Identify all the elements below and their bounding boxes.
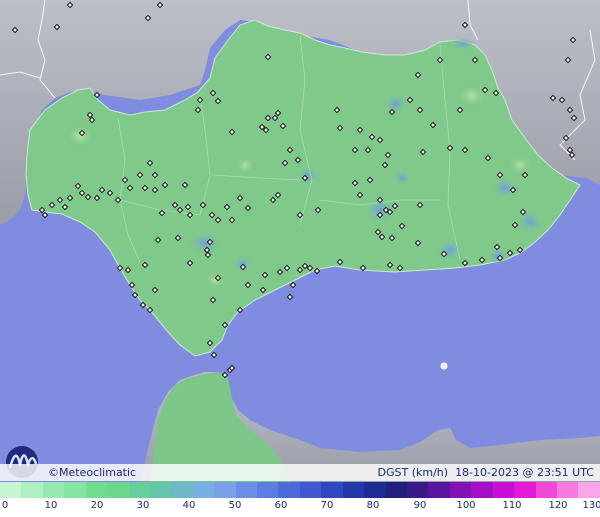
legend-tick-label: 120 — [548, 500, 568, 511]
legend-swatch — [42, 482, 65, 498]
legend-swatch — [64, 482, 86, 498]
legend-swatch — [257, 482, 279, 498]
variable-label: DGST (km/h) — [377, 466, 449, 479]
legend-tick-label: 100 — [456, 500, 476, 511]
legend-tick-label: 0 — [1, 500, 9, 511]
copyright-symbol: © — [48, 466, 59, 479]
legend-tick-label: 20 — [90, 500, 104, 511]
legend-tick-label: 10 — [44, 500, 58, 511]
legend-swatch — [449, 482, 472, 498]
legend-swatch — [149, 482, 172, 498]
legend-tick-label: 70 — [320, 500, 334, 511]
legend-swatch — [535, 482, 557, 498]
legend-swatch — [107, 482, 129, 498]
legend-tick-label: 90 — [413, 500, 427, 511]
legend-swatch — [321, 482, 343, 498]
legend-swatch — [278, 482, 300, 498]
legend-swatch — [21, 482, 43, 498]
legend-swatch — [514, 482, 536, 498]
legend-tick-label: 30 — [136, 500, 150, 511]
legend-swatch — [407, 482, 429, 498]
legend-tick-label: 130 — [582, 500, 600, 511]
legend-swatch — [192, 482, 215, 498]
legend-swatch — [171, 482, 193, 498]
map-meta: DGST (km/h) 18-10-2023 @ 23:51 UTC — [378, 464, 594, 481]
legend-swatch — [364, 482, 386, 498]
legend-swatch — [578, 482, 600, 498]
legend-swatch — [0, 482, 22, 498]
legend-scale: 0 10 20 30 40 50 60 70 80 90 100 110 120 130 — [0, 482, 600, 517]
legend-swatch — [235, 482, 258, 498]
alboran-station-marker — [440, 362, 448, 370]
brand-name: Meteoclimatic — [59, 466, 137, 479]
legend-tick-label: 40 — [182, 500, 196, 511]
legend-swatch — [299, 482, 322, 498]
legend-swatch — [85, 482, 108, 498]
legend-swatch — [342, 482, 365, 498]
legend-tick-label: 50 — [228, 500, 242, 511]
wind-gust-map — [0, 0, 600, 482]
legend-swatch — [471, 482, 493, 498]
legend-swatch — [556, 482, 579, 498]
map-footer: ©Meteoclimatic DGST (km/h) 18-10-2023 @ … — [0, 464, 600, 481]
legend-swatch — [128, 482, 150, 498]
legend-swatch — [428, 482, 450, 498]
legend-swatch — [492, 482, 515, 498]
brand: ©Meteoclimatic — [48, 464, 136, 481]
legend-tick-label: 60 — [274, 500, 288, 511]
legend-swatch — [214, 482, 236, 498]
legend-tick-label: 110 — [502, 500, 522, 511]
legend-swatch — [385, 482, 408, 498]
datetime-label: 18-10-2023 @ 23:51 UTC — [455, 466, 594, 479]
legend-tick-label: 80 — [366, 500, 380, 511]
legend-color-ramp — [0, 482, 600, 498]
